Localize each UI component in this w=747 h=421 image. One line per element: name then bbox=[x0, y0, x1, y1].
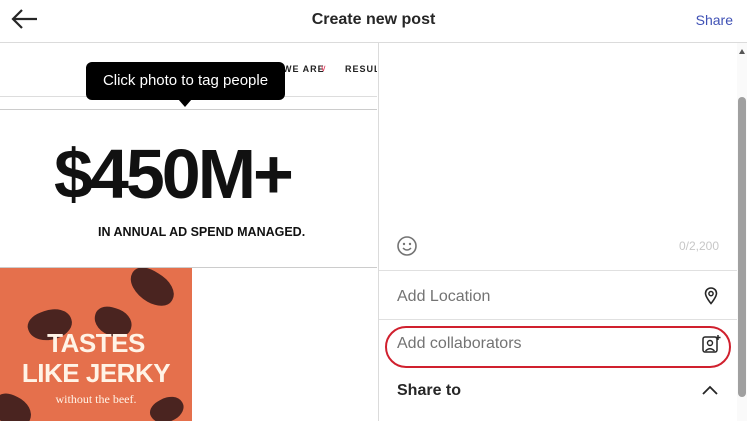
jerky-title-line2: LIKE JERKY bbox=[21, 358, 171, 388]
add-collaborators-label: Add collaborators bbox=[397, 335, 522, 352]
header: Create new post Share bbox=[0, 0, 747, 43]
smiley-icon[interactable] bbox=[396, 235, 418, 257]
photo-divider bbox=[0, 109, 377, 110]
jerky-ad-image: TASTES LIKE JERKY without the beef. bbox=[0, 268, 192, 421]
add-location-label: Add Location bbox=[397, 288, 491, 305]
caption-char-count: 0/2,200 bbox=[678, 239, 719, 253]
share-button[interactable]: Share bbox=[696, 12, 733, 28]
location-pin-icon bbox=[704, 287, 718, 305]
divider bbox=[379, 319, 737, 320]
photo-nav-we-are: WE ARE bbox=[283, 64, 325, 74]
post-details-panel: 0/2,200 Add Location Add collaborators S… bbox=[378, 43, 737, 421]
scroll-up-arrow-icon[interactable] bbox=[739, 49, 745, 54]
jerky-tagline: without the beef. bbox=[55, 392, 137, 406]
photo-headline: $450M+ bbox=[54, 135, 294, 213]
add-collaborators-row[interactable]: Add collaborators bbox=[379, 321, 737, 369]
share-to-heading: Share to bbox=[397, 382, 462, 399]
post-photo[interactable]: WE ARE ∨ RESUL $450M+ IN ANNUAL AD SPEND… bbox=[0, 43, 377, 421]
tag-people-tooltip: Click photo to tag people bbox=[86, 62, 285, 100]
chevron-up-icon[interactable] bbox=[701, 383, 719, 397]
tooltip-arrow bbox=[178, 99, 192, 107]
add-location-row[interactable]: Add Location bbox=[379, 272, 737, 320]
chevron-down-icon: ∨ bbox=[320, 63, 327, 73]
jerky-title-line1: TASTES bbox=[47, 328, 145, 358]
divider bbox=[379, 270, 737, 271]
photo-nav-results: RESUL bbox=[345, 64, 377, 74]
scrollbar-thumb[interactable] bbox=[738, 97, 746, 397]
photo-subheadline: IN ANNUAL AD SPEND MANAGED. bbox=[98, 225, 306, 239]
page-title: Create new post bbox=[311, 11, 436, 28]
caption-input[interactable] bbox=[379, 43, 737, 229]
add-person-icon bbox=[702, 335, 721, 353]
